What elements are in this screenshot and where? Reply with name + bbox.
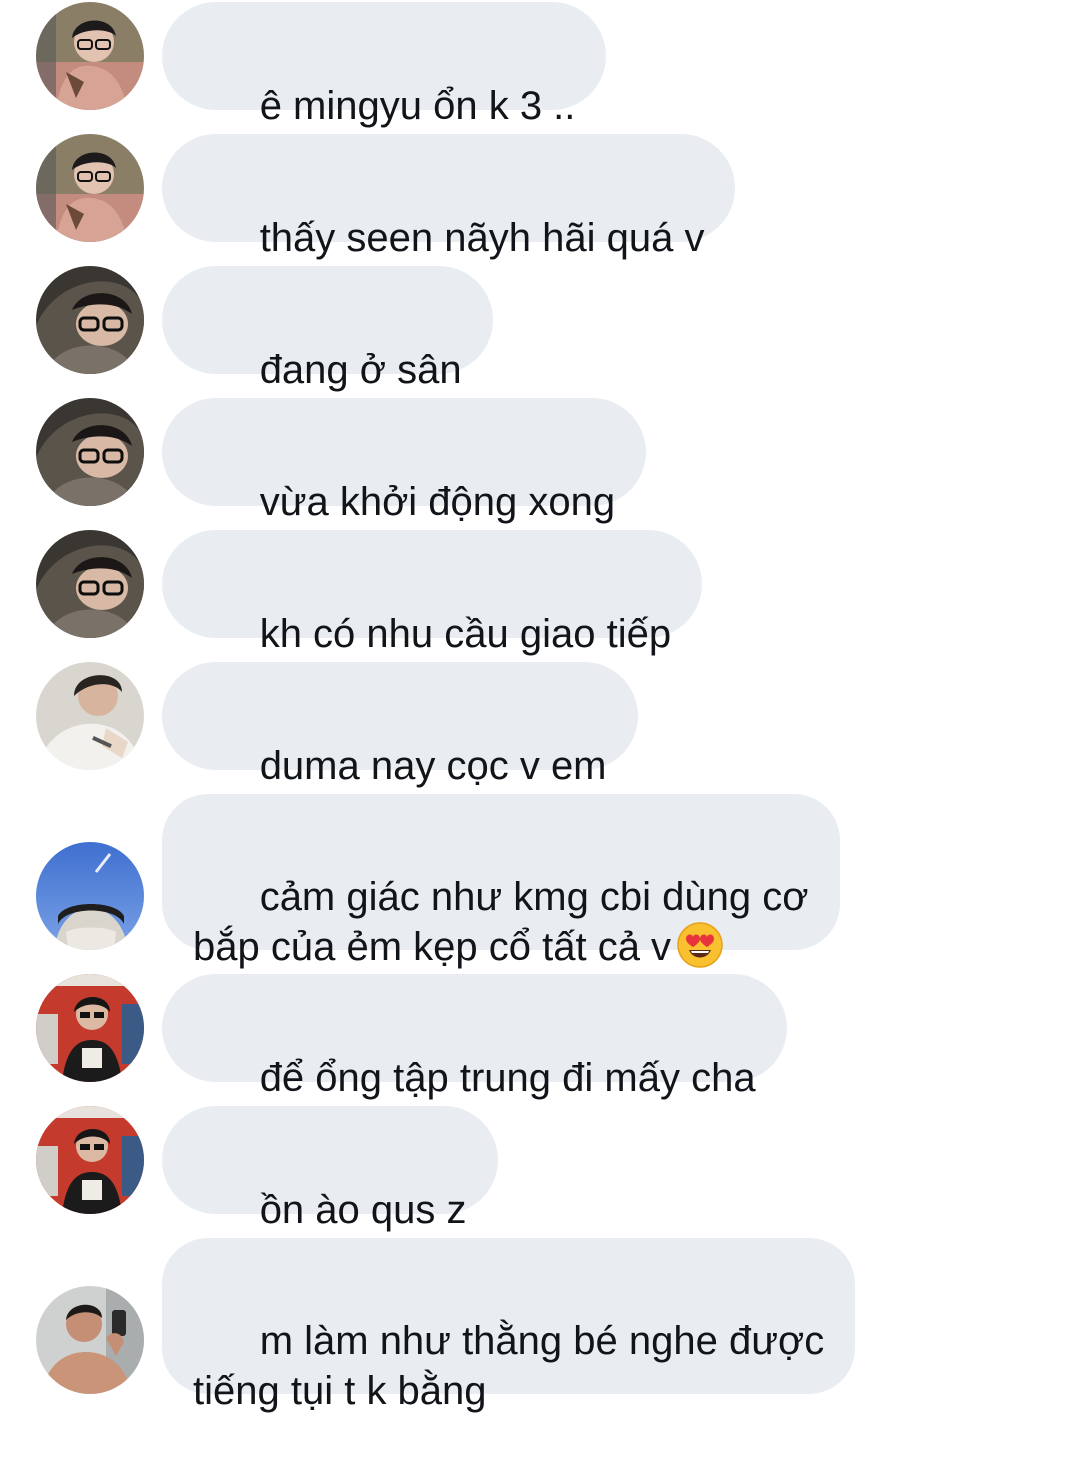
avatar[interactable] (36, 1286, 144, 1394)
message-bubble[interactable]: vừa khởi động xong (162, 398, 647, 524)
message-row: duma nay cọc v em (0, 662, 1080, 788)
message-row: để ổng tập trung đi mấy cha (0, 974, 1080, 1100)
message-bubble[interactable]: m làm như thằng bé nghe được tiếng tụi t… (162, 1238, 856, 1413)
message-bubble[interactable]: ê mingyu ổn k 3 .. (162, 2, 607, 128)
message-bubble[interactable]: ồn ào qus z (162, 1106, 498, 1232)
message-text: ê mingyu ổn k 3 .. (259, 84, 576, 128)
message-text: để ổng tập trung đi mấy cha (259, 1056, 756, 1100)
avatar[interactable] (36, 842, 144, 950)
message-text: thấy seen nãyh hãi quá v (259, 216, 705, 260)
avatar[interactable] (36, 974, 144, 1082)
message-row: ê mingyu ổn k 3 .. (0, 2, 1080, 128)
message-row: kh có nhu cầu giao tiếp (0, 530, 1080, 656)
avatar[interactable] (36, 266, 144, 374)
message-bubble[interactable]: duma nay cọc v em (162, 662, 638, 788)
message-bubble[interactable]: thấy seen nãyh hãi quá v (162, 134, 736, 260)
message-text: đang ở sân (259, 348, 462, 392)
message-bubble[interactable]: cảm giác như kmg cbi dùng cơ bắp của ẻm … (162, 794, 840, 969)
message-text: kh có nhu cầu giao tiếp (259, 612, 672, 656)
message-text: vừa khởi động xong (259, 480, 616, 524)
message-bubble[interactable]: để ổng tập trung đi mấy cha (162, 974, 787, 1100)
avatar[interactable] (36, 134, 144, 242)
message-row: cảm giác như kmg cbi dùng cơ bắp của ẻm … (0, 794, 1080, 969)
message-bubble[interactable]: đang ở sân (162, 266, 493, 392)
chat-thread: ê mingyu ổn k 3 .. thấy seen nãyh hãi qu… (0, 0, 1080, 1413)
message-text: ồn ào qus z (259, 1188, 467, 1232)
message-text: duma nay cọc v em (259, 744, 607, 788)
heart-eyes-emoji (677, 922, 723, 968)
message-text: m làm như thằng bé nghe được tiếng tụi t… (193, 1319, 825, 1413)
avatar[interactable] (36, 530, 144, 638)
avatar[interactable] (36, 662, 144, 770)
message-row: ồn ào qus z (0, 1106, 1080, 1232)
avatar[interactable] (36, 1106, 144, 1214)
message-row: m làm như thằng bé nghe được tiếng tụi t… (0, 1238, 1080, 1413)
message-row: vừa khởi động xong (0, 398, 1080, 524)
message-row: đang ở sân (0, 266, 1080, 392)
avatar[interactable] (36, 398, 144, 506)
message-bubble[interactable]: kh có nhu cầu giao tiếp (162, 530, 703, 656)
message-row: thấy seen nãyh hãi quá v (0, 134, 1080, 260)
avatar[interactable] (36, 2, 144, 110)
